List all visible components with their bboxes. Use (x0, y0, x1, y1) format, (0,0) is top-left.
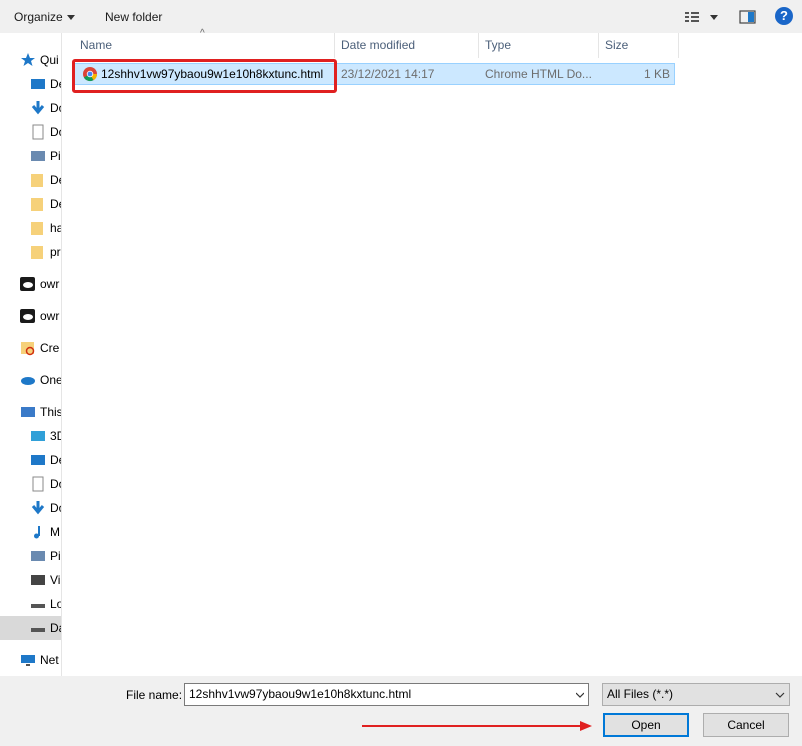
pane-divider[interactable] (61, 33, 62, 676)
network-icon (20, 652, 36, 668)
nav-item[interactable]: Do (0, 96, 62, 120)
nav-item[interactable]: Vi (0, 568, 62, 592)
nav-item-label: Cre (40, 341, 60, 355)
nav-item-label: owr (40, 277, 60, 291)
new-folder-button[interactable]: New folder (105, 8, 162, 26)
file-date: 23/12/2021 14:17 (341, 67, 435, 81)
organize-button[interactable]: Organize (14, 8, 75, 26)
nav-item-label: One (40, 373, 62, 387)
help-icon: ? (780, 8, 788, 23)
preview-pane-icon (739, 10, 756, 24)
pictures-icon (30, 148, 46, 164)
column-header-size[interactable]: Size (599, 33, 679, 58)
cloud-icon (20, 276, 36, 292)
nav-item[interactable]: De (0, 72, 62, 96)
star-icon (20, 52, 36, 68)
chevron-down-icon (66, 15, 75, 21)
column-date-label: Date modified (341, 38, 416, 52)
file-name-value: 12shhv1vw97ybaou9w1e10h8kxtunc.html (189, 687, 412, 701)
nav-item[interactable]: pr (0, 240, 62, 264)
organize-label: Organize (14, 10, 63, 24)
desktop-icon (30, 452, 46, 468)
column-header-name[interactable]: Name (74, 33, 335, 58)
file-type-value: All Files (*.*) (607, 687, 674, 701)
nav-item-label: pr (50, 245, 61, 259)
computer-icon (20, 404, 36, 420)
nav-item[interactable]: Lo (0, 592, 62, 616)
nav-item-label: This (40, 405, 62, 419)
column-size-label: Size (605, 38, 629, 52)
preview-pane-button[interactable] (739, 9, 757, 25)
nav-item-label: owr (40, 309, 60, 323)
chevron-down-icon (775, 692, 785, 698)
file-name-label: File name: (126, 688, 183, 702)
column-type-label: Type (485, 38, 512, 52)
help-button[interactable]: ? (775, 7, 793, 25)
arrow-icon (362, 721, 592, 731)
nav-item-label: Vi (50, 573, 61, 587)
column-header-date[interactable]: Date modified (335, 33, 479, 58)
cube-icon (30, 428, 46, 444)
folder-icon (30, 172, 46, 188)
nav-item[interactable]: 3D (0, 424, 62, 448)
drive-icon (30, 596, 46, 612)
nav-item-label: Qui (40, 53, 59, 67)
nav-item[interactable]: Cre (0, 336, 62, 360)
nav-item-label: Net (40, 653, 59, 667)
cloud-icon (20, 308, 36, 324)
file-type-select[interactable]: All Files (*.*) (602, 683, 790, 706)
video-icon (30, 572, 46, 588)
toolbar: Organize New folder ? (0, 0, 802, 33)
nav-item[interactable]: Do (0, 496, 62, 520)
nav-item[interactable]: Pi (0, 144, 62, 168)
nav-item[interactable]: Do (0, 120, 62, 144)
new-folder-label: New folder (105, 10, 163, 24)
drive-icon (30, 620, 46, 636)
nav-item[interactable]: De (0, 448, 62, 472)
nav-item[interactable]: owr (0, 272, 62, 296)
nav-item[interactable]: Da (0, 616, 62, 640)
details-view-icon (685, 12, 718, 22)
highlight-box (72, 59, 337, 93)
nav-item[interactable]: Net (0, 648, 62, 672)
cancel-button[interactable]: Cancel (703, 713, 789, 737)
folder-icon (30, 244, 46, 260)
view-options-button[interactable] (684, 9, 720, 25)
open-button[interactable]: Open (603, 713, 689, 737)
nav-item[interactable]: One (0, 368, 62, 392)
nav-item[interactable]: De (0, 192, 62, 216)
document-icon (30, 476, 46, 492)
file-name-input[interactable]: 12shhv1vw97ybaou9w1e10h8kxtunc.html (184, 683, 589, 706)
column-header-type[interactable]: Type (479, 33, 599, 58)
cancel-label: Cancel (727, 718, 765, 732)
open-label: Open (631, 718, 661, 732)
column-name-label: Name (80, 38, 113, 52)
folder-icon (30, 220, 46, 236)
nav-item-label: M (50, 525, 60, 539)
music-icon (30, 524, 46, 540)
nav-item[interactable]: Pi (0, 544, 62, 568)
nav-item-label: Pi (50, 149, 61, 163)
navigation-pane[interactable]: QuiDeDoDoPiDeDehaprowrowrCreOneThis3DDeD… (0, 33, 62, 676)
file-type: Chrome HTML Do... (485, 67, 592, 81)
nav-item[interactable]: De (0, 168, 62, 192)
desktop-icon (30, 76, 46, 92)
chevron-down-icon[interactable] (576, 691, 584, 699)
folder-icon (30, 196, 46, 212)
pictures-icon (30, 548, 46, 564)
nav-item[interactable]: M (0, 520, 62, 544)
nav-item[interactable]: Do (0, 472, 62, 496)
nav-item[interactable]: ha (0, 216, 62, 240)
nav-item-label: Pi (50, 549, 61, 563)
nav-item[interactable]: owr (0, 304, 62, 328)
file-size: 1 KB (643, 67, 670, 81)
nav-item[interactable]: This (0, 400, 62, 424)
creative-cloud-icon (20, 340, 36, 356)
download-icon (30, 500, 46, 516)
nav-item[interactable]: Qui (0, 48, 62, 72)
onedrive-icon (20, 372, 36, 388)
download-icon (30, 100, 46, 116)
document-icon (30, 124, 46, 140)
